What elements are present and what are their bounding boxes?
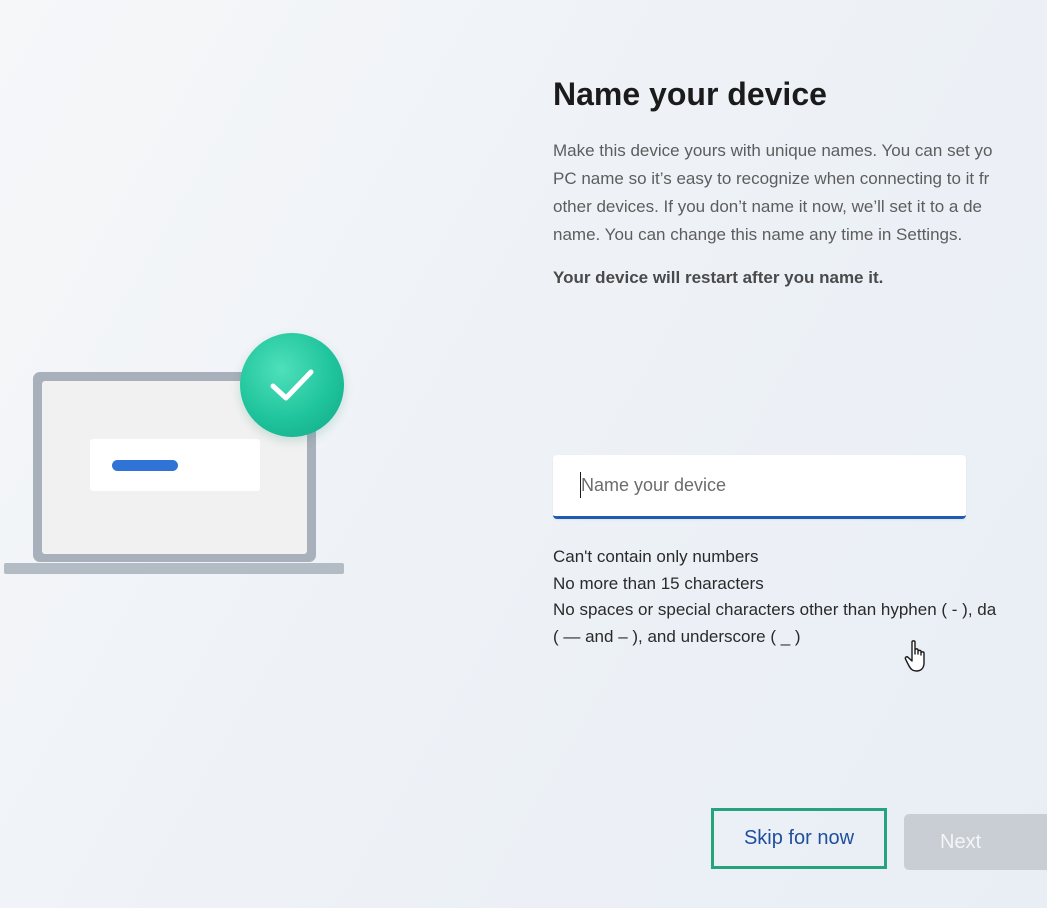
rule-item: No more than 15 characters — [553, 573, 764, 593]
rule-item: No spaces or special characters other th… — [553, 600, 997, 619]
page-title: Name your device — [553, 76, 827, 112]
description-line: PC name so it’s easy to recognize when c… — [553, 169, 990, 188]
laptop-card-bar — [112, 460, 178, 471]
next-button[interactable]: Next — [904, 814, 1047, 870]
rule-item: Can't contain only numbers — [553, 547, 759, 566]
naming-rules: Can't contain only numbers No more than … — [553, 544, 1047, 650]
description: Make this device yours with unique names… — [553, 137, 1047, 249]
laptop-base — [4, 563, 344, 574]
description-line: Make this device yours with unique names… — [553, 141, 993, 160]
device-name-input[interactable] — [553, 455, 966, 516]
rule-item: ( — and – ), and underscore ( _ ) — [553, 626, 801, 646]
device-name-field[interactable] — [553, 455, 966, 519]
device-illustration — [0, 330, 350, 580]
restart-note: Your device will restart after you name … — [553, 268, 884, 287]
skip-for-now-button[interactable]: Skip for now — [716, 813, 882, 864]
text-caret — [580, 472, 581, 498]
laptop-card — [90, 439, 260, 491]
description-line: name. You can change this name any time … — [553, 225, 963, 244]
hand-cursor-icon — [903, 639, 931, 680]
checkmark-icon — [240, 333, 344, 437]
description-line: other devices. If you don’t name it now,… — [553, 197, 983, 216]
